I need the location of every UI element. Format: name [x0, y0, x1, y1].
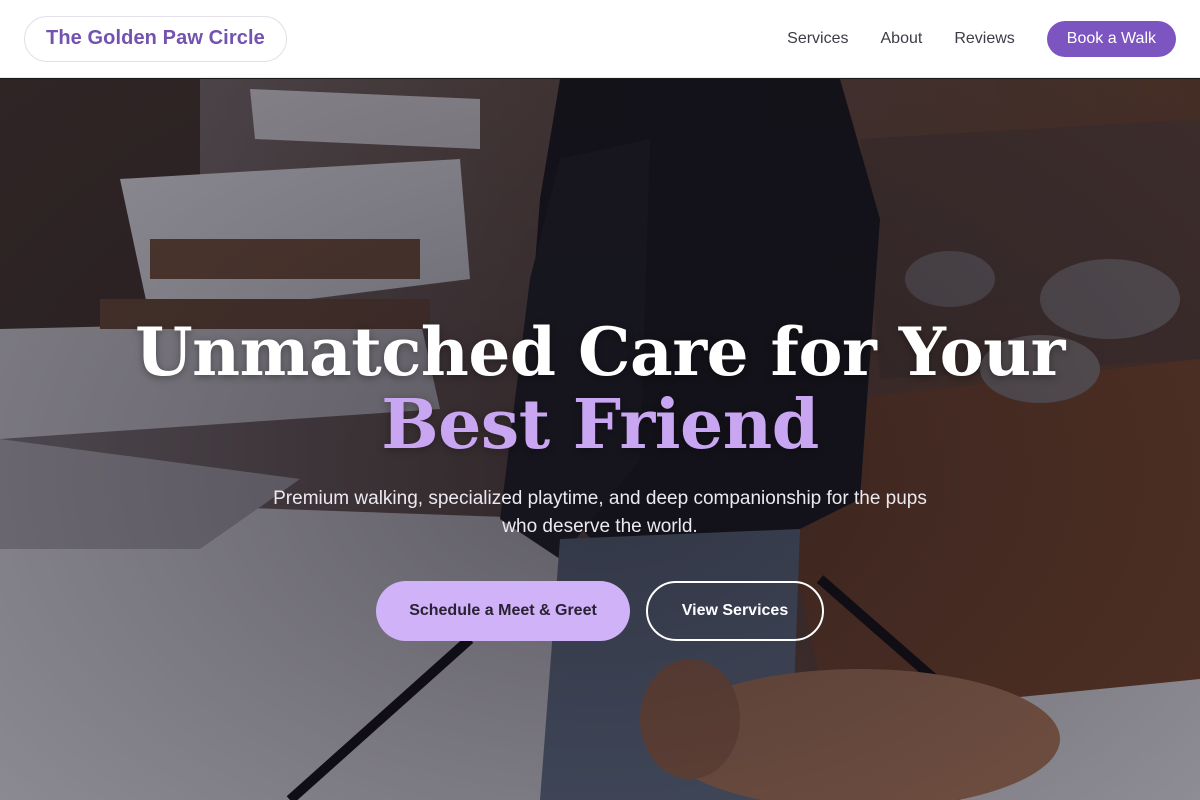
- hero-headline: Unmatched Care for Your: [135, 313, 1065, 391]
- book-walk-button[interactable]: Book a Walk: [1046, 20, 1176, 57]
- brand-logo[interactable]: The Golden Paw Circle: [24, 15, 287, 62]
- schedule-meet-greet-button[interactable]: Schedule a Meet & Greet: [376, 581, 630, 641]
- hero-subtitle: Premium walking, specialized playtime, a…: [273, 488, 927, 537]
- main-nav: Services About Reviews Book a Walk: [787, 20, 1176, 57]
- nav-link-services[interactable]: Services: [787, 30, 848, 48]
- hero-content: Unmatched Care for Your Best Friend Prem…: [0, 79, 1200, 800]
- site-header: The Golden Paw Circle Services About Rev…: [0, 0, 1200, 78]
- nav-link-reviews[interactable]: Reviews: [954, 30, 1014, 48]
- view-services-button[interactable]: View Services: [646, 581, 824, 641]
- hero-section: Unmatched Care for Your Best Friend Prem…: [0, 79, 1200, 800]
- hero-headline-accent: Best Friend: [381, 385, 819, 465]
- nav-link-about[interactable]: About: [881, 30, 923, 48]
